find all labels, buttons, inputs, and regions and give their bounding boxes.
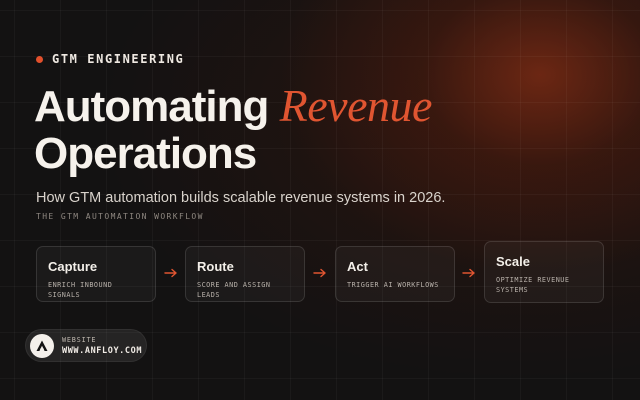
eyebrow-label: GTM ENGINEERING [52,52,185,66]
workflow-step-scale: Scale OPTIMIZE REVENUE SYSTEMS [484,241,604,303]
step-desc: ENRICH INBOUND SIGNALS [48,281,113,299]
workflow-step-capture: Capture ENRICH INBOUND SIGNALS [36,246,156,302]
step-desc-line-2: SYSTEMS [496,286,529,294]
page-title: Automating Revenue Operations [34,82,432,177]
step-desc: TRIGGER AI WORKFLOWS [347,281,439,289]
workflow-step-act: Act TRIGGER AI WORKFLOWS [335,246,455,302]
website-badge[interactable]: WEBSITE WWW.ANFLOY.COM [25,329,147,362]
arrow-right-icon [462,268,475,278]
step-title: Act [347,259,368,274]
step-title: Scale [496,254,530,269]
step-desc-line-1: OPTIMIZE REVENUE [496,276,570,284]
website-label: WEBSITE [62,335,97,344]
website-url[interactable]: WWW.ANFLOY.COM [62,346,142,356]
step-title: Capture [48,259,98,274]
step-title: Route [197,259,234,274]
website-meta: WEBSITE WWW.ANFLOY.COM [62,336,142,356]
arrow-right-icon [164,268,177,278]
arrow-right-icon [313,268,326,278]
headline-prefix: Automating [34,82,269,131]
dot-icon [36,55,43,63]
headline-line-2: Operations [34,129,257,178]
workflow-label: THE GTM AUTOMATION WORKFLOW [36,212,204,221]
headline-line-1: Automating Revenue [34,82,432,130]
subtitle: How GTM automation builds scalable reven… [36,190,446,206]
eyebrow: GTM ENGINEERING [36,52,184,66]
step-desc: SCORE AND ASSIGN LEADS [197,281,271,299]
workflow-step-route: Route SCORE AND ASSIGN LEADS [185,246,305,302]
anfloy-logo-icon [30,333,54,358]
headline-accent: Revenue [279,80,433,131]
